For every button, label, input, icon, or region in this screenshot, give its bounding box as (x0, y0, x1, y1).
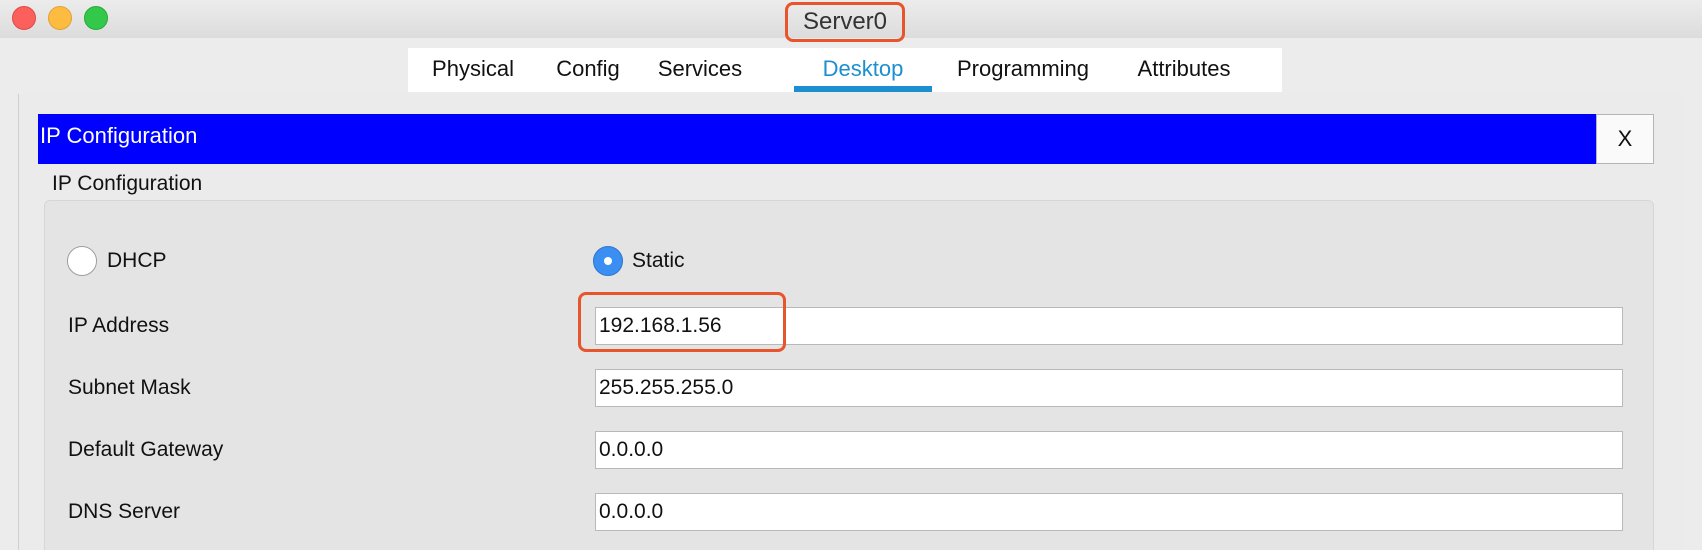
window-title: Server0 (785, 2, 905, 42)
ip-address-field[interactable]: 192.168.1.56 (595, 307, 1623, 345)
dns-server-label: DNS Server (68, 500, 181, 523)
tab-programming[interactable]: Programming (938, 48, 1108, 92)
ip-address-label: IP Address (68, 314, 170, 337)
subnet-mask-label: Subnet Mask (68, 376, 191, 399)
tab-attributes[interactable]: Attributes (1118, 48, 1250, 92)
dhcp-label: DHCP (107, 249, 167, 272)
section-label: IP Configuration (52, 172, 203, 195)
maximize-window-icon[interactable] (84, 6, 108, 30)
static-radio[interactable] (593, 246, 623, 276)
dhcp-radio[interactable] (67, 246, 97, 276)
tab-config[interactable]: Config (546, 48, 630, 92)
close-button[interactable]: X (1596, 114, 1654, 164)
ip-configuration-header: IP Configuration (38, 114, 1596, 164)
subnet-mask-field[interactable]: 255.255.255.0 (595, 369, 1623, 407)
title-bar: Server0 (0, 0, 1702, 42)
minimize-window-icon[interactable] (48, 6, 72, 30)
default-gateway-field[interactable]: 0.0.0.0 (595, 431, 1623, 469)
tab-services[interactable]: Services (640, 48, 760, 92)
tab-desktop[interactable]: Desktop (794, 48, 932, 92)
tab-physical[interactable]: Physical (408, 48, 538, 92)
default-gateway-label: Default Gateway (68, 438, 224, 461)
dns-server-field[interactable]: 0.0.0.0 (595, 493, 1623, 531)
close-window-icon[interactable] (12, 6, 36, 30)
static-label: Static (632, 249, 685, 272)
tab-bar: Physical Config Services Desktop Program… (408, 48, 1282, 92)
